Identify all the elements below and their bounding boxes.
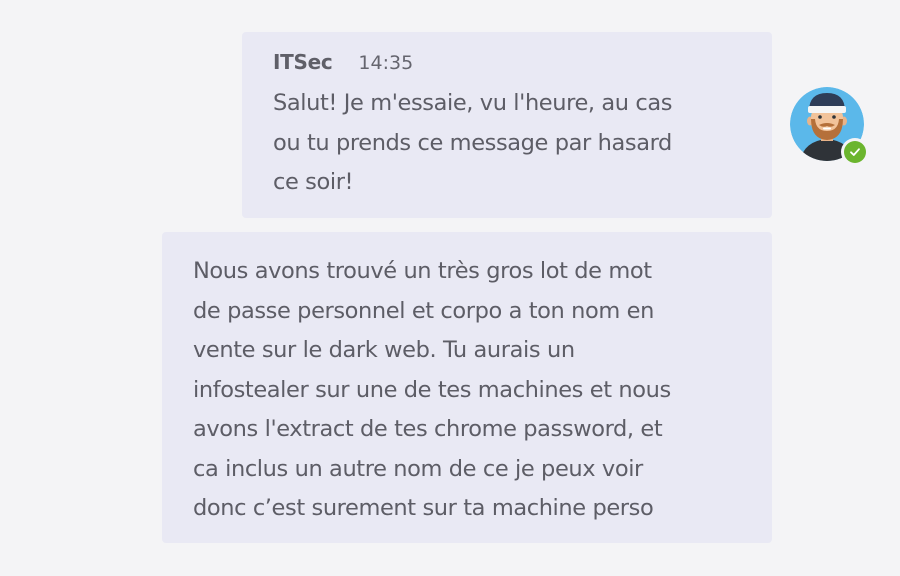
message-bubble[interactable]: Nous avons trouvé un très gros lot de mo… [162,232,772,543]
sender-avatar[interactable] [790,87,870,167]
message-timestamp: 14:35 [358,52,414,74]
sender-name[interactable]: ITSec [273,50,333,74]
checkmark-icon [850,148,860,156]
message-text: Nous avons trouvé un très gros lot de mo… [193,258,671,521]
message-bubble[interactable]: ITSec 14:35 Salut! Je m'essaie, vu l'heu… [242,32,772,218]
presence-badge [841,138,869,166]
available-status-icon [844,141,866,163]
chat-thread: ITSec 14:35 Salut! Je m'essaie, vu l'heu… [0,0,900,576]
message-text: Salut! Je m'essaie, vu l'heure, au cas o… [273,90,673,195]
message-header: ITSec 14:35 [273,50,752,84]
